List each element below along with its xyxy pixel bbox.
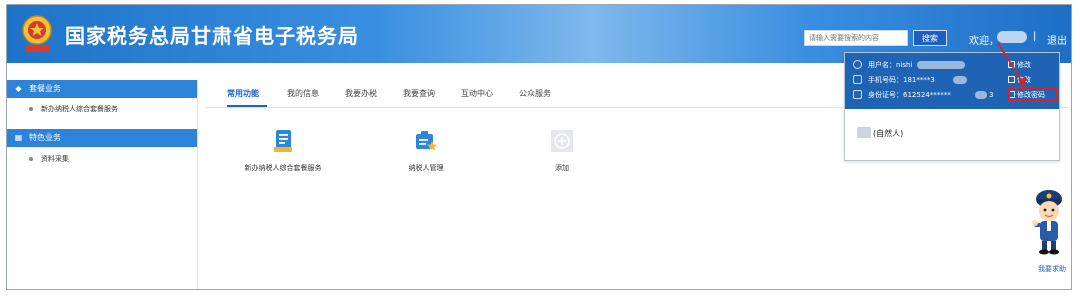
add-icon	[551, 130, 573, 152]
bullet-icon	[29, 157, 33, 161]
id-card-icon	[853, 90, 862, 99]
browser-frame: 国家税务总局甘肃省电子税务局 搜索 欢迎， | 退出 ◆ 套餐业务 新办纳税人综…	[6, 4, 1072, 290]
username-text: 用户名：nishi	[868, 61, 913, 69]
tile-label: 新办纳税人综合套餐服务	[244, 164, 322, 172]
sidebar-section-title: 套餐业务	[29, 84, 61, 93]
bullet-icon	[29, 107, 33, 111]
tab-my-info[interactable]: 我的信息	[287, 81, 319, 107]
id-card-text: 身份证号：612524******	[868, 91, 951, 99]
tile-label: 添加	[555, 164, 569, 172]
sidebar: ◆ 套餐业务 新办纳税人综合套餐服务 ▦ 特色业务 资料采集	[7, 80, 198, 289]
tile-label: 纳税人管理	[408, 164, 444, 172]
phone-text: 手机号码：181****3	[868, 76, 935, 84]
tab-interaction-center[interactable]: 互动中心	[461, 81, 493, 107]
sidebar-item-data-collection[interactable]: 资料采集	[7, 150, 197, 168]
sidebar-section-special[interactable]: ▦ 特色业务	[7, 129, 197, 147]
tab-tax-filing[interactable]: 我要办税	[345, 81, 377, 107]
tab-query[interactable]: 我要查询	[403, 81, 435, 107]
redaction-mask	[975, 91, 987, 99]
sidebar-item-new-taxpayer[interactable]: 新办纳税人综合套餐服务	[7, 100, 197, 118]
police-mascot-icon[interactable]	[1029, 187, 1069, 257]
header-separator: |	[1033, 31, 1037, 42]
redaction-mask	[917, 61, 965, 69]
tab-public-service[interactable]: 公众服务	[519, 81, 551, 107]
search-input[interactable]	[804, 30, 908, 46]
sidebar-section-title: 特色业务	[29, 133, 61, 142]
tab-common-functions[interactable]: 常用功能	[227, 81, 259, 107]
sidebar-section-package[interactable]: ◆ 套餐业务	[7, 80, 197, 98]
phone-icon	[853, 75, 862, 84]
tile-taxpayer-management[interactable]: 纳税人管理	[366, 129, 486, 179]
tile-add[interactable]: 添加	[502, 129, 622, 179]
grid-icon: ▦	[14, 133, 23, 142]
site-title: 国家税务总局甘肃省电子税务局	[65, 24, 359, 48]
active-tab-indicator	[227, 105, 267, 107]
help-link[interactable]: 我要求助	[1038, 264, 1066, 274]
account-name-redacted	[857, 127, 871, 138]
redaction-mask	[953, 76, 967, 84]
user-icon	[853, 60, 862, 69]
logout-link[interactable]: 退出	[1047, 32, 1067, 47]
tile-new-taxpayer-service[interactable]: 新办纳税人综合套餐服务	[223, 129, 343, 179]
search-button[interactable]: 搜索	[913, 30, 947, 46]
tax-emblem-icon	[22, 15, 52, 52]
sidebar-item-label: 资料采集	[41, 155, 69, 163]
document-icon	[274, 130, 292, 152]
package-icon: ◆	[15, 84, 22, 93]
sidebar-item-label: 新办纳税人综合套餐服务	[41, 105, 118, 113]
taxpayer-manage-icon	[416, 131, 437, 151]
annotation-arrow	[997, 42, 1027, 88]
account-type-label: (自然人)	[873, 129, 904, 138]
